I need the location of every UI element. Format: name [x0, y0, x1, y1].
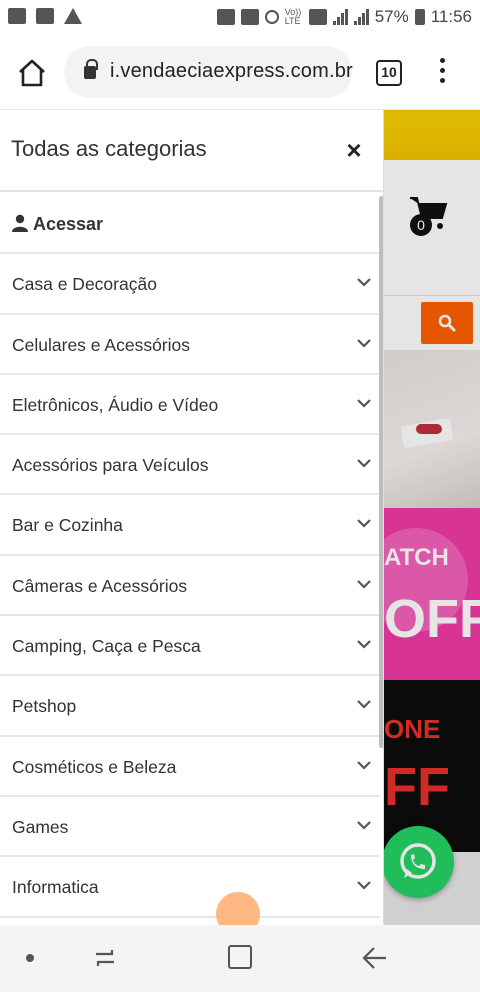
system-nav-bar — [0, 925, 480, 992]
status-bar: Vo)) LTE 57% 11:56 — [0, 0, 480, 36]
phone-screen: Vo)) LTE 57% 11:56 i.vendaeciaexpress.co… — [0, 0, 480, 992]
access-account-item[interactable]: Acessar — [0, 194, 380, 255]
volte-label: Vo)) LTE — [284, 7, 302, 26]
chevron-down-icon[interactable] — [356, 696, 372, 712]
category-list: Acessar Casa e Decoração Celulares e Aces… — [0, 194, 380, 918]
recent-apps-icon[interactable] — [92, 945, 118, 971]
chevron-down-icon[interactable] — [356, 817, 372, 833]
signal-icon — [332, 9, 348, 25]
drawer-overlay[interactable] — [384, 110, 480, 925]
category-item[interactable]: Eletrônicos, Áudio e Vídeo — [0, 374, 380, 436]
chevron-down-icon[interactable] — [356, 274, 372, 290]
category-label: Celulares e Acessórios — [12, 334, 190, 355]
user-icon — [12, 214, 28, 232]
category-label: Câmeras e Acessórios — [12, 575, 188, 596]
category-item[interactable]: Acessórios para Veículos — [0, 435, 380, 496]
status-left-icons — [8, 8, 82, 24]
mute-icon — [240, 9, 259, 25]
menu-icon[interactable] — [438, 58, 446, 88]
access-label: Acessar — [33, 214, 104, 234]
home-nav-icon[interactable] — [228, 945, 252, 969]
warning-icon — [64, 8, 82, 24]
home-icon[interactable] — [16, 58, 48, 88]
chevron-down-icon[interactable] — [356, 576, 372, 592]
category-drawer: Todas as categorias × Acessar Casa e Dec… — [0, 110, 384, 925]
category-label: Games — [12, 816, 69, 837]
browser-toolbar: i.vendaeciaexpress.com.br 10 — [0, 36, 480, 110]
alarm-icon — [264, 10, 279, 24]
back-icon[interactable] — [360, 944, 388, 972]
url-text[interactable]: i.vendaeciaexpress.com.br — [110, 60, 353, 83]
chevron-down-icon[interactable] — [356, 877, 372, 893]
chevron-down-icon[interactable] — [356, 515, 372, 531]
battery-percent: 57% — [374, 7, 409, 26]
category-label: Petshop — [12, 696, 77, 717]
clock: 11:56 — [430, 7, 472, 26]
lock-icon — [84, 59, 98, 79]
chevron-down-icon[interactable] — [356, 335, 372, 351]
chevron-down-icon[interactable] — [356, 395, 372, 411]
chevron-down-icon[interactable] — [356, 455, 372, 471]
battery-icon — [414, 9, 425, 25]
video-icon — [8, 8, 26, 24]
category-item[interactable]: Games — [0, 796, 380, 858]
category-label: Acessórios para Veículos — [12, 455, 209, 476]
chevron-down-icon[interactable] — [356, 757, 372, 773]
category-label: Bar e Cozinha — [12, 515, 123, 536]
category-label: Casa e Decoração — [12, 274, 157, 295]
nav-dot — [26, 954, 34, 962]
category-item[interactable]: Casa e Decoração — [0, 254, 380, 315]
signal-icon-2 — [353, 9, 369, 25]
voicemail-icon — [36, 8, 54, 24]
cast-icon — [216, 9, 235, 25]
tabs-icon[interactable]: 10 — [376, 60, 402, 86]
status-right-icons: Vo)) LTE 57% 11:56 — [216, 7, 472, 27]
category-label: Cosméticos e Beleza — [12, 756, 177, 777]
category-label: Eletrônicos, Áudio e Vídeo — [12, 394, 219, 415]
chevron-down-icon[interactable] — [356, 636, 372, 652]
category-item[interactable]: Cosméticos e Beleza — [0, 736, 380, 797]
drawer-header: Todas as categorias × — [0, 110, 383, 192]
wifi-icon — [308, 9, 327, 25]
close-icon[interactable]: × — [342, 137, 366, 163]
category-item[interactable]: Celulares e Acessórios — [0, 314, 380, 375]
category-item[interactable]: Bar e Cozinha — [0, 495, 380, 556]
category-item[interactable]: Informatica — [0, 857, 380, 918]
drawer-title: Todas as categorias — [11, 136, 207, 161]
category-label: Camping, Caça e Pesca — [12, 636, 201, 657]
category-item[interactable]: Câmeras e Acessórios — [0, 555, 380, 617]
address-bar[interactable]: i.vendaeciaexpress.com.br — [64, 46, 353, 98]
drawer-scrollbar[interactable] — [379, 196, 383, 748]
category-item[interactable]: Camping, Caça e Pesca — [0, 616, 380, 677]
category-item[interactable]: Petshop — [0, 676, 380, 737]
category-label: Informatica — [12, 877, 99, 898]
